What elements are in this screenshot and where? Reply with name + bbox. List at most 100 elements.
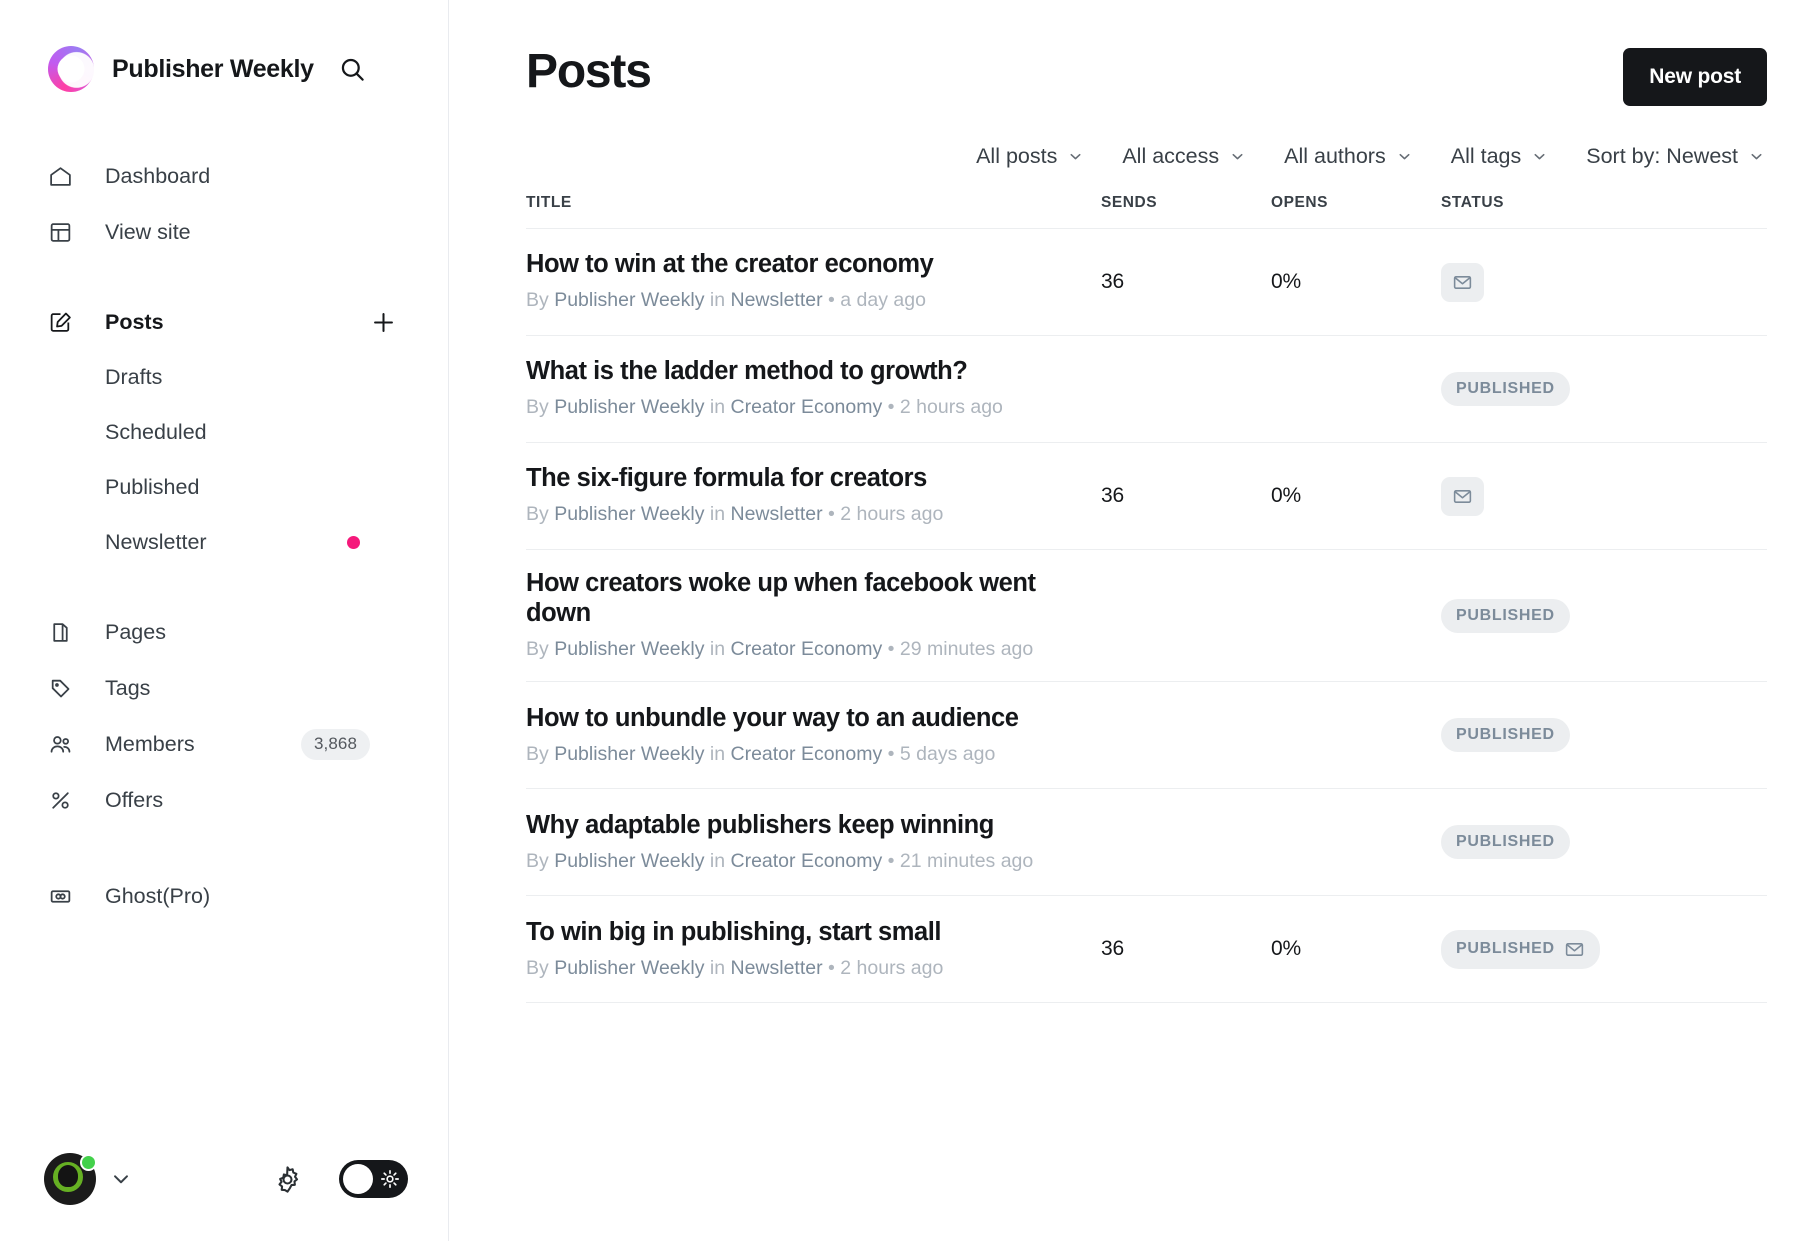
sidebar-item-label: Scheduled xyxy=(105,420,207,445)
post-title-cell: How to win at the creator economy By Publ… xyxy=(526,249,1101,314)
post-sends: 36 xyxy=(1101,270,1271,294)
post-title: How creators woke up when facebook went … xyxy=(526,568,1101,628)
sidebar-item-posts[interactable]: Posts xyxy=(48,294,408,350)
post-tag: Creator Economy xyxy=(731,396,883,418)
post-title: How to win at the creator economy xyxy=(526,249,1101,279)
post-time: 21 minutes ago xyxy=(900,850,1033,872)
chevron-down-icon[interactable] xyxy=(108,1166,134,1192)
post-author: Publisher Weekly xyxy=(554,957,704,979)
gear-icon[interactable] xyxy=(272,1164,303,1195)
table-row[interactable]: How creators woke up when facebook went … xyxy=(526,550,1767,682)
chevron-down-icon xyxy=(1531,148,1548,165)
chevron-down-icon xyxy=(1229,148,1246,165)
post-meta: By Publisher Weekly in Newsletter • a da… xyxy=(526,286,1101,314)
table-row[interactable]: How to win at the creator economy By Publ… xyxy=(526,229,1767,336)
table-row[interactable]: The six-figure formula for creatorsBy Pu… xyxy=(526,443,1767,550)
sidebar-item-label: Posts xyxy=(105,310,164,335)
sidebar-top: Publisher Weekly Dashboard xyxy=(0,0,448,924)
filter-all-access[interactable]: All access xyxy=(1122,144,1246,169)
sidebar-item-scheduled[interactable]: Scheduled xyxy=(48,405,408,460)
sidebar-item-drafts[interactable]: Drafts xyxy=(48,350,408,405)
filter-sort-by[interactable]: Sort by: Newest xyxy=(1586,144,1765,169)
column-header-title: TITLE xyxy=(526,194,1101,212)
status-badge: PUBLISHED xyxy=(1441,825,1570,859)
sidebar-item-tags[interactable]: Tags xyxy=(48,660,408,716)
filter-bar: All posts All access All authors xyxy=(526,144,1767,169)
filter-all-tags[interactable]: All tags xyxy=(1451,144,1549,169)
post-time: 2 hours ago xyxy=(840,957,943,979)
nav-primary: Dashboard View site xyxy=(48,148,408,260)
new-post-button[interactable]: New post xyxy=(1623,48,1767,106)
post-tag: Creator Economy xyxy=(731,850,883,872)
sidebar-item-label: Pages xyxy=(105,620,166,645)
post-author: Publisher Weekly xyxy=(554,638,704,660)
post-title: To win big in publishing, start small xyxy=(526,917,1101,947)
sidebar-bottom-right xyxy=(272,1160,408,1198)
sidebar-item-published[interactable]: Published xyxy=(48,460,408,515)
sidebar-item-offers[interactable]: Offers xyxy=(48,772,408,828)
sidebar-item-newsletter[interactable]: Newsletter xyxy=(48,515,408,570)
sidebar-item-label: Newsletter xyxy=(105,530,207,555)
avatar[interactable] xyxy=(44,1153,96,1205)
filter-all-authors[interactable]: All authors xyxy=(1284,144,1413,169)
sidebar-item-view-site[interactable]: View site xyxy=(48,204,408,260)
nav-tertiary: Ghost(Pro) xyxy=(48,868,408,924)
post-time: a day ago xyxy=(840,289,926,311)
brand-row: Publisher Weekly xyxy=(48,46,408,92)
post-status: PUBLISHED xyxy=(1441,718,1767,752)
post-meta: By Publisher Weekly in Newsletter • 2 ho… xyxy=(526,954,1101,982)
nav-secondary: Pages Tags xyxy=(48,604,408,828)
chevron-down-icon xyxy=(1748,148,1765,165)
column-header-sends: SENDS xyxy=(1101,194,1271,212)
post-meta: By Publisher Weekly in Creator Economy •… xyxy=(526,847,1101,875)
post-tag: Creator Economy xyxy=(731,743,883,765)
sidebar-item-members[interactable]: Members 3,868 xyxy=(48,716,408,772)
post-title: How to unbundle your way to an audience xyxy=(526,703,1101,733)
table-body: How to win at the creator economy By Publ… xyxy=(526,229,1767,1003)
compose-icon xyxy=(48,310,82,335)
post-tag: Newsletter xyxy=(731,957,823,979)
post-title-cell: Why adaptable publishers keep winning By … xyxy=(526,810,1101,875)
pages-icon xyxy=(48,620,82,645)
table-row[interactable]: How to unbundle your way to an audienceB… xyxy=(526,682,1767,789)
table-row[interactable]: What is the ladder method to growth?By P… xyxy=(526,336,1767,443)
sidebar-item-label: Drafts xyxy=(105,365,162,390)
sidebar-item-label: Dashboard xyxy=(105,164,210,189)
page-title: Posts xyxy=(526,48,651,96)
table-row[interactable]: To win big in publishing, start small By … xyxy=(526,896,1767,1003)
sidebar-item-ghost-pro[interactable]: Ghost(Pro) xyxy=(48,868,408,924)
post-sends: 36 xyxy=(1101,484,1271,508)
unread-dot-icon xyxy=(347,536,360,549)
online-status-dot xyxy=(80,1154,97,1171)
status-badge-label: PUBLISHED xyxy=(1456,941,1555,957)
sidebar-item-pages[interactable]: Pages xyxy=(48,604,408,660)
main-content: Posts New post All posts All access xyxy=(449,0,1800,1241)
post-status: PUBLISHED xyxy=(1441,825,1767,859)
status-badge: PUBLISHED xyxy=(1441,599,1570,633)
column-header-opens: OPENS xyxy=(1271,194,1441,212)
sidebar-item-label: Offers xyxy=(105,788,163,813)
table-row[interactable]: Why adaptable publishers keep winning By … xyxy=(526,789,1767,896)
main-inner: Posts New post All posts All access xyxy=(449,0,1767,1003)
post-time: 2 hours ago xyxy=(840,503,943,525)
nav-spacer xyxy=(48,828,408,868)
chevron-down-icon xyxy=(1396,148,1413,165)
theme-toggle[interactable] xyxy=(339,1160,408,1198)
status-badge xyxy=(1441,263,1484,302)
post-title: Why adaptable publishers keep winning xyxy=(526,810,1101,840)
plus-icon[interactable] xyxy=(368,307,398,337)
post-title-cell: To win big in publishing, start small By … xyxy=(526,917,1101,982)
nav-right xyxy=(368,307,408,337)
post-opens: 0% xyxy=(1271,937,1441,961)
post-tag: Creator Economy xyxy=(731,638,883,660)
filter-all-posts[interactable]: All posts xyxy=(976,144,1084,169)
post-status xyxy=(1441,477,1767,516)
column-header-status: STATUS xyxy=(1441,194,1767,212)
search-icon[interactable] xyxy=(336,52,370,86)
filter-label: Sort by: Newest xyxy=(1586,144,1738,169)
post-meta: By Publisher Weekly in Creator Economy •… xyxy=(526,635,1101,663)
sidebar-item-dashboard[interactable]: Dashboard xyxy=(48,148,408,204)
sidebar: Publisher Weekly Dashboard xyxy=(0,0,449,1241)
posts-table: TITLE SENDS OPENS STATUS How to win at t… xyxy=(526,194,1767,1003)
filter-label: All access xyxy=(1122,144,1219,169)
